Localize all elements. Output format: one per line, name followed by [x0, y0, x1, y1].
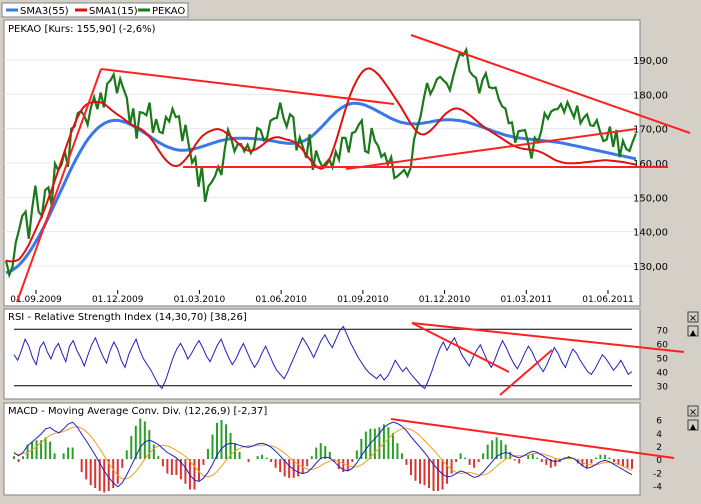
price-y-tick-label: 150,00: [633, 193, 668, 204]
price-y-tick-label: 160,00: [633, 159, 668, 170]
expand-icon: ▲: [690, 328, 697, 337]
price-y-tick-label: 130,00: [633, 262, 668, 273]
rsi-y-tick-label: 30: [657, 383, 669, 393]
close-icon: ×: [689, 313, 697, 324]
rsi-title: RSI - Relative Strength Index (14,30,70)…: [8, 312, 247, 323]
close-icon: ×: [689, 407, 697, 418]
price-y-tick-label: 140,00: [633, 228, 668, 239]
price-y-tick-label: 170,00: [633, 125, 668, 136]
price-x-tick-label: 01.06.2011: [582, 295, 634, 305]
legend-sma15: SMA1(15): [89, 6, 138, 17]
legend-sma55: SMA3(55): [20, 6, 69, 17]
rsi-y-axis: 7060504030: [657, 326, 669, 392]
expand-icon: ▲: [690, 422, 697, 431]
price-y-tick-label: 180,00: [633, 90, 668, 101]
price-x-tick-label: 01.06.2010: [255, 295, 307, 305]
macd-y-tick-label: -4: [653, 482, 662, 492]
macd-title: MACD - Moving Average Conv. Div. (12,26,…: [8, 406, 267, 417]
price-x-tick-label: 01.12.2010: [419, 295, 471, 305]
price-x-tick-label: 01.12.2009: [92, 295, 144, 305]
macd-y-tick-label: 6: [656, 417, 662, 427]
macd-y-tick-label: 2: [656, 443, 662, 453]
legend: SMA3(55) SMA1(15) PEKAO: [1, 2, 189, 18]
legend-pekao: PEKAO: [152, 6, 185, 17]
rsi-y-tick-label: 50: [657, 355, 669, 365]
macd-y-tick-label: -2: [653, 469, 662, 479]
rsi-y-tick-label: 40: [657, 369, 669, 379]
macd-y-tick-label: 4: [656, 430, 662, 440]
rsi-panel: RSI - Relative Strength Index (14,30,70)…: [3, 308, 685, 400]
macd-y-tick-label: 0: [656, 456, 662, 466]
price-title: PEKAO [Kurs: 155,90] (-2,6%): [8, 24, 156, 35]
price-x-tick-label: 01.03.2011: [501, 295, 553, 305]
pekao-chart: SMA3(55) SMA1(15) PEKAO PEKAO [Kurs: 155…: [0, 0, 701, 500]
price-y-tick-label: 190,00: [633, 56, 668, 67]
macd-panel: MACD - Moving Average Conv. Div. (12,26,…: [3, 402, 675, 496]
price-x-tick-label: 01.03.2010: [174, 295, 226, 305]
price-x-tick-label: 01.09.2010: [337, 295, 389, 305]
price-panel: PEKAO [Kurs: 155,90] (-2,6%) 190,00 180,0…: [3, 19, 691, 307]
rsi-y-tick-label: 70: [657, 326, 669, 336]
